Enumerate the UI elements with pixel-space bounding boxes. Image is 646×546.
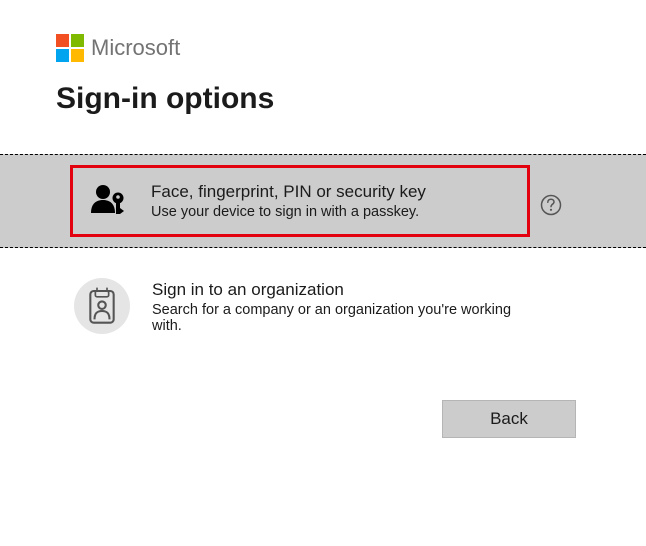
brand-name: Microsoft <box>91 35 180 61</box>
passkey-icon <box>91 183 127 219</box>
help-icon[interactable] <box>540 194 562 216</box>
page-title: Sign-in options <box>56 82 576 116</box>
microsoft-logo-icon <box>56 34 84 62</box>
option-organization[interactable]: Sign in to an organization Search for a … <box>70 264 540 348</box>
brand-row: Microsoft <box>56 34 576 62</box>
option-passkey-title: Face, fingerprint, PIN or security key <box>151 182 513 202</box>
option-passkey-description: Use your device to sign in with a passke… <box>151 204 513 220</box>
option-organization-title: Sign in to an organization <box>152 280 526 300</box>
option-passkey[interactable]: Face, fingerprint, PIN or security key U… <box>70 165 530 237</box>
option-organization-description: Search for a company or an organization … <box>152 302 526 334</box>
back-button[interactable]: Back <box>442 400 576 438</box>
organization-badge-icon <box>74 278 130 334</box>
